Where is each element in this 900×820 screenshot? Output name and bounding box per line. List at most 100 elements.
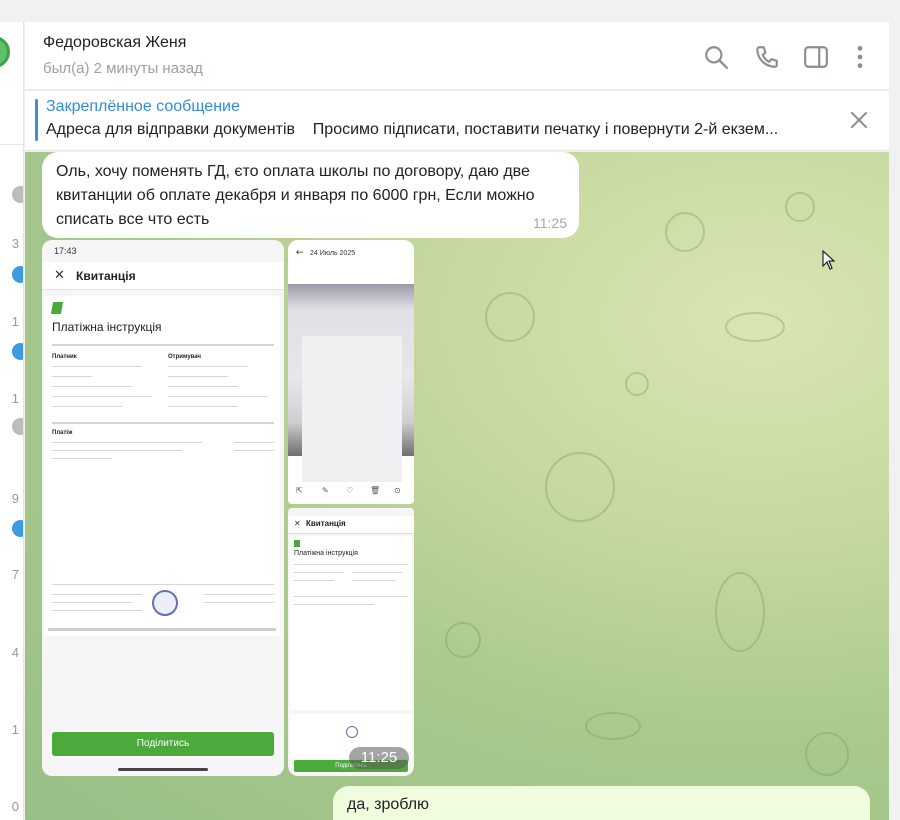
divider <box>294 596 408 597</box>
pinned-title: Закреплённое сообщение <box>46 98 240 115</box>
chat-list-count: 0 <box>11 799 19 814</box>
text-line <box>52 366 142 367</box>
album-photo[interactable]: 17:43 ✕ Квитанція Платіжна інструкція Пл… <box>42 240 284 776</box>
close-icon[interactable] <box>849 110 869 130</box>
photo-status-time: 17:43 <box>54 246 77 256</box>
chat-header: Федоровская Женя был(а) 2 минуты назад <box>25 22 889 90</box>
text-line <box>168 396 268 397</box>
photo-topbar: ✕ Квитанція <box>288 516 414 534</box>
divider <box>52 422 274 424</box>
background-doodle <box>725 312 785 342</box>
sidebar-toggle-icon[interactable] <box>803 44 829 70</box>
document-heading: Платіжна інструкція <box>294 550 358 557</box>
chat-list-count: 4 <box>11 645 19 660</box>
text-line <box>52 602 132 603</box>
chat-list-count: 1 <box>11 722 19 737</box>
message-text: да, зроблю <box>347 796 430 813</box>
home-indicator <box>118 768 208 771</box>
incoming-message[interactable]: Оль, хочу поменять ГД, єто оплата школы … <box>42 152 579 238</box>
album-photo[interactable]: ← 24 Июль 2025 ⇱ ✎ ♡ 🗑 ⊙ <box>288 240 414 504</box>
background-doodle <box>785 192 815 222</box>
text-line <box>52 450 182 451</box>
more-vertical-icon[interactable] <box>847 44 873 70</box>
avatar[interactable] <box>0 36 10 68</box>
text-line <box>52 396 152 397</box>
divider <box>52 584 274 585</box>
unread-badge <box>12 186 23 203</box>
text-line <box>294 604 374 605</box>
document-heading: Платіжна інструкція <box>52 320 162 334</box>
divider <box>0 144 23 145</box>
pinned-indicator <box>35 99 38 141</box>
pinned-message-bar[interactable]: Закреплённое сообщение Адреса для відпра… <box>25 91 889 151</box>
chat-status: был(а) 2 минуты назад <box>43 60 203 77</box>
text-line <box>294 580 334 581</box>
gallery-header: ← 24 Июль 2025 <box>288 240 414 280</box>
close-icon: ✕ <box>294 519 301 528</box>
share-icon: ⇱ <box>296 486 303 495</box>
background-doodle <box>625 372 649 396</box>
unread-badge <box>12 266 23 283</box>
text-line <box>234 442 274 443</box>
window-right-edge <box>889 22 900 820</box>
album-time: 11:25 <box>349 747 409 769</box>
text-line <box>204 594 274 595</box>
text-line <box>234 450 274 451</box>
unread-badge <box>12 343 23 360</box>
photo-date: 24 Июль 2025 <box>310 250 356 257</box>
document-footer <box>48 628 276 631</box>
text-line <box>204 602 274 603</box>
photo-topbar: ✕ Квитанція <box>42 262 284 290</box>
close-icon: ✕ <box>54 268 65 283</box>
photo-title: Квитанція <box>306 519 346 528</box>
chat-title[interactable]: Федоровская Женя <box>43 34 186 52</box>
chat-list-count: 9 <box>11 491 19 506</box>
background-doodle <box>805 732 849 776</box>
text-line <box>168 386 238 387</box>
chat-list-count: 1 <box>11 314 19 329</box>
bank-seal-icon <box>152 590 178 616</box>
text-line <box>52 594 142 595</box>
album-photo[interactable]: ✕ Квитанція Платіжна інструкція Поділити… <box>288 508 414 776</box>
photographed-document <box>288 284 414 482</box>
pinned-text: Адреса для відправки документів Просимо … <box>46 121 779 138</box>
text-line <box>352 572 402 573</box>
unread-badge <box>12 520 23 537</box>
text-line <box>168 376 228 377</box>
photo-album[interactable]: 17:43 ✕ Квитанція Платіжна інструкція Пл… <box>42 240 414 776</box>
message-time: 11:25 <box>533 215 567 231</box>
photo-title: Квитанція <box>76 269 136 283</box>
text-line <box>52 376 92 377</box>
search-icon[interactable] <box>703 44 729 70</box>
text-line <box>294 572 344 573</box>
text-line <box>52 610 142 611</box>
paper-sheet <box>302 336 402 482</box>
chat-list-partial: 3 1 1 9 7 4 1 0 <box>0 22 24 820</box>
share-button: Поділитись <box>52 732 274 756</box>
heart-icon: ♡ <box>346 486 354 495</box>
payment-label: Платіж <box>52 430 73 436</box>
background-doodle <box>485 292 535 342</box>
background-doodle <box>715 572 765 652</box>
chat-list-count: 1 <box>11 391 19 406</box>
text-line <box>52 406 122 407</box>
background-doodle <box>445 622 481 658</box>
window-top-strip <box>0 0 900 22</box>
chat-list-count: 3 <box>11 236 19 251</box>
background-doodle <box>545 452 615 522</box>
text-line <box>52 442 202 443</box>
bank-logo-icon <box>294 540 300 547</box>
recipient-label: Отримувач <box>168 354 201 360</box>
receipt-document: Платіжна інструкція Платник Отримувач Пл… <box>44 296 280 636</box>
text-line <box>52 458 112 459</box>
chat-list-count: 7 <box>11 567 19 582</box>
outgoing-message[interactable]: да, зроблю <box>333 786 870 820</box>
phone-icon[interactable] <box>754 44 780 70</box>
bank-logo-icon <box>50 302 64 314</box>
message-text: Оль, хочу поменять ГД, єто оплата школы … <box>56 163 535 228</box>
back-arrow-icon: ← <box>296 248 304 258</box>
background-doodle <box>665 212 705 252</box>
text-line <box>52 386 132 387</box>
mouse-cursor-icon <box>822 250 836 270</box>
divider <box>52 344 274 346</box>
